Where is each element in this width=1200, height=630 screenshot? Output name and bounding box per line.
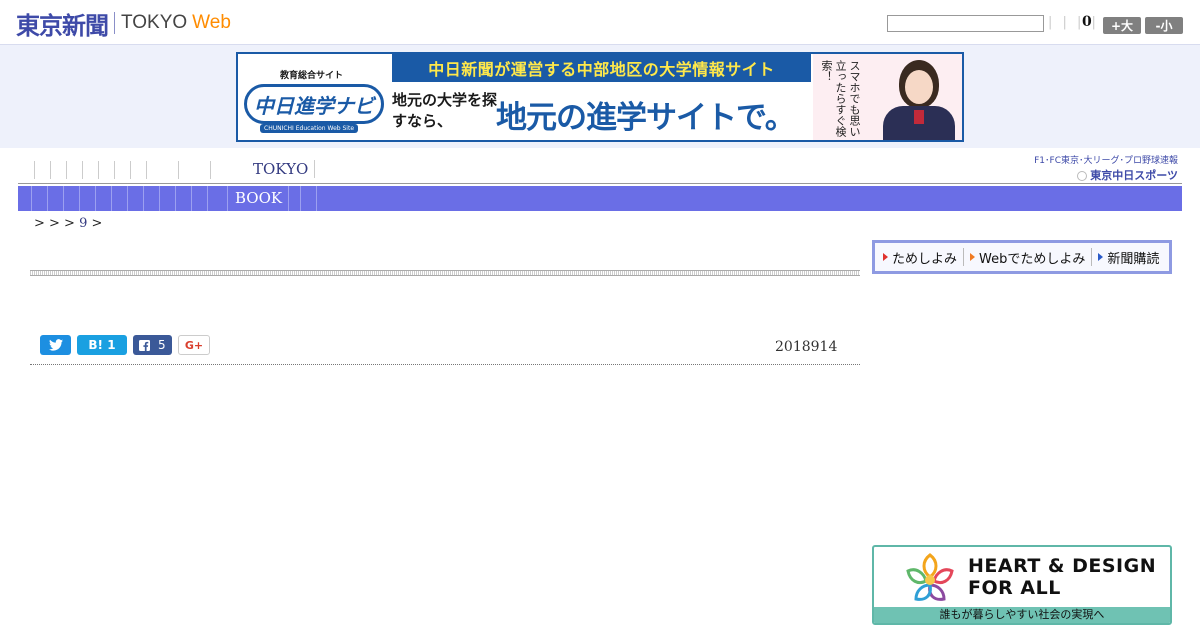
navbar-item[interactable] [316, 186, 332, 211]
ad-top-text: 中日新聞が運営する中部地区の大学情報サイト [428, 60, 775, 79]
navbar-item[interactable] [300, 186, 316, 211]
breadcrumb-separators: > > > [34, 216, 75, 231]
site-logo[interactable]: 東京新聞 TOKYO Web [16, 8, 231, 40]
sports-small-text: F1･FC東京･大リーグ･プロ野球速報 [1034, 156, 1178, 166]
font-size-large-button[interactable]: +大 [1103, 17, 1141, 34]
navi-logo-text: 中日進学ナビ [254, 93, 374, 118]
trial-read-label: ためしよみ [892, 251, 958, 267]
heart-design-line2: FOR ALL [968, 577, 1061, 599]
twitter-icon [48, 339, 63, 351]
orange-arrow-icon [970, 253, 976, 261]
section-navbar: BOOK [18, 186, 1182, 211]
navbar-cells [31, 186, 223, 211]
heart-design-ad[interactable]: HEART & DESIGN FOR ALL 誰もが暮らしやすい社会の実現へ [872, 545, 1172, 625]
logo-divider [114, 12, 115, 34]
font-size-small-button[interactable]: -小 [1145, 17, 1183, 34]
navbar-item[interactable] [159, 186, 175, 211]
sports-bullet-icon [1077, 171, 1088, 181]
navi-logo-area: 教育総合サイト 中日進学ナビ CHUNICHI Education Web Si… [238, 54, 390, 140]
hatena-count: 1 [107, 338, 116, 352]
heart-design-line1: HEART & DESIGN [968, 555, 1157, 577]
hatena-bookmark-button[interactable]: B! 1 [77, 335, 127, 355]
facebook-share-button[interactable]: 5 [133, 335, 172, 355]
navbar-item[interactable] [79, 186, 95, 211]
topnav-item[interactable] [50, 161, 66, 179]
logo-tokyo: TOKYO [121, 12, 188, 33]
navi-logo: 中日進学ナビ [244, 84, 384, 124]
logo-web: Web [192, 12, 231, 33]
subscription-box: ためしよみ Webでためしよみ 新聞購読 [872, 240, 1172, 274]
ad-mid-big: 地元の進学サイトで。 [496, 100, 796, 136]
article-date: 2018914 [775, 339, 838, 355]
topnav-item[interactable] [178, 161, 210, 179]
newspaper-subscribe-label: 新聞購読 [1107, 251, 1160, 267]
topnav-item-tokyo[interactable]: TOKYO [253, 160, 316, 178]
ad-band: 教育総合サイト 中日進学ナビ CHUNICHI Education Web Si… [0, 44, 1200, 148]
topnav-item[interactable] [82, 161, 98, 179]
header-count: 0 [1082, 14, 1092, 30]
google-plus-share-button[interactable]: G+ [178, 335, 210, 355]
topnav-item[interactable] [210, 161, 226, 179]
share-divider [30, 364, 860, 365]
subscription-separator [1091, 248, 1093, 266]
share-buttons: B! 1 5 G+ [40, 335, 216, 355]
heart-design-caption: 誰もが暮らしやすい社会の実現へ [874, 607, 1170, 623]
topnav-item[interactable] [130, 161, 146, 179]
navbar-item[interactable] [111, 186, 127, 211]
navi-small-label: 教育総合サイト [280, 71, 344, 81]
navbar-item[interactable] [95, 186, 111, 211]
hatena-label: B! [88, 338, 104, 352]
ad-photo: スマホでも思い立ったらすぐ検索！ [813, 54, 962, 140]
breadcrumb-link[interactable]: 9 [79, 216, 87, 231]
topnav-item[interactable] [98, 161, 114, 179]
navbar-item[interactable] [191, 186, 207, 211]
navbar-item[interactable] [207, 186, 223, 211]
trial-read-link[interactable]: ためしよみ [883, 248, 957, 267]
web-trial-read-link[interactable]: Webでためしよみ [970, 248, 1085, 267]
newspaper-subscribe-link[interactable]: 新聞購読 [1098, 248, 1159, 267]
student-ribbon-shape [914, 110, 924, 124]
site-header: 東京新聞 TOKYO Web | | | | 0 +大 -小 [0, 0, 1200, 44]
ad-top-strip: 中日新聞が運営する中部地区の大学情報サイト [392, 54, 811, 82]
facebook-count: 5 [158, 338, 166, 352]
navbar-item-book[interactable]: BOOK [227, 186, 290, 211]
logo-japanese: 東京新聞 [16, 11, 109, 40]
navi-sub-label: CHUNICHI Education Web Site [260, 124, 359, 133]
topnav-item[interactable] [146, 161, 178, 179]
breadcrumb: > > > 9 > [34, 216, 102, 231]
navbar-tail-cells [300, 186, 332, 211]
subscription-separator [963, 248, 965, 266]
sports-brand-text: 東京中日スポーツ [1090, 169, 1178, 182]
chunichi-navi-ad[interactable]: 教育総合サイト 中日進学ナビ CHUNICHI Education Web Si… [236, 52, 964, 142]
navbar-item[interactable] [47, 186, 63, 211]
blue-arrow-icon [1098, 253, 1104, 261]
navbar-item[interactable] [63, 186, 79, 211]
tokyo-chunichi-sports-link[interactable]: F1･FC東京･大リーグ･プロ野球速報 東京中日スポーツ [1034, 153, 1178, 183]
navbar-item[interactable] [127, 186, 143, 211]
twitter-share-button[interactable] [40, 335, 71, 355]
title-divider [30, 270, 860, 276]
navbar-item[interactable] [31, 186, 47, 211]
flower-logo-icon [906, 553, 954, 601]
topnav-cells [34, 161, 226, 179]
facebook-icon [139, 339, 151, 351]
navbar-item[interactable] [143, 186, 159, 211]
ad-photo-text: スマホでも思い立ったらすぐ検索！ [820, 60, 861, 137]
student-face-shape [905, 70, 933, 104]
breadcrumb-tail: > [91, 216, 103, 231]
web-trial-read-label: Webでためしよみ [979, 251, 1086, 267]
topnav-item[interactable] [66, 161, 82, 179]
topnav-item[interactable] [34, 161, 50, 179]
sports-brand: 東京中日スポーツ [1034, 167, 1178, 183]
red-arrow-icon [883, 253, 888, 261]
ad-mid-small: 地元の大学を探すなら、 [392, 91, 498, 130]
topnav-item[interactable] [114, 161, 130, 179]
top-navigation: TOKYO F1･FC東京･大リーグ･プロ野球速報 東京中日スポーツ [18, 156, 1182, 184]
search-input[interactable] [887, 15, 1044, 32]
heart-design-title: HEART & DESIGN FOR ALL [968, 555, 1156, 599]
navbar-item[interactable] [175, 186, 191, 211]
